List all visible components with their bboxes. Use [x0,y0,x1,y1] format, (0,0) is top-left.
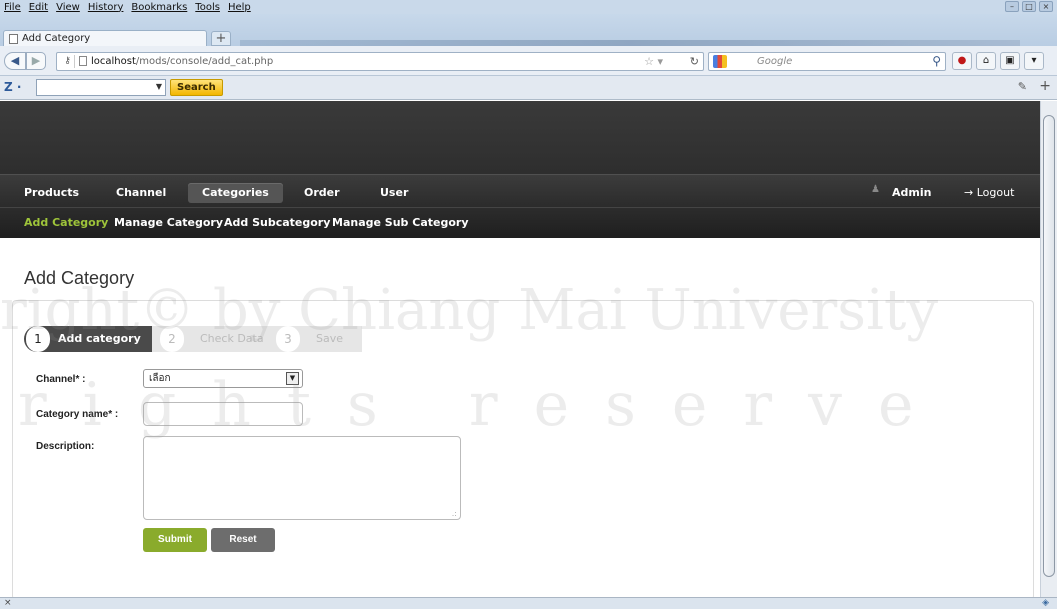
nav-categories[interactable]: Categories [188,183,283,203]
chevron-down-icon[interactable]: ▼ [286,372,299,385]
addon-icon[interactable]: ▣ [1000,52,1020,70]
page-title: Add Category [24,268,135,288]
step-label: Save [316,332,344,345]
status-bar: × ◈ [0,597,1057,609]
maximize-icon[interactable]: □ [1022,1,1036,12]
admin-label[interactable]: Admin [878,183,945,203]
subnav-add-subcategory[interactable]: Add Subcategory [224,215,330,231]
step-label: Check Data [200,332,264,345]
resize-grip-icon[interactable]: .: [452,509,457,518]
search-engine-label: Google [757,56,793,67]
addon-status-icon[interactable]: ◈ [1042,598,1049,609]
category-name-input[interactable] [143,402,303,426]
url-host: localhost [91,56,136,67]
url-path: /mods/console/add_cat.php [135,56,274,67]
close-icon[interactable]: × [1039,1,1053,12]
subnav-manage-category[interactable]: Manage Category [114,215,223,231]
forward-arrow-icon: ▶ [31,54,41,67]
description-label: Description: [36,441,95,452]
browser-menubar: File Edit View History Bookmarks Tools H… [0,0,1057,14]
step-number: 3 [276,326,300,352]
channel-select[interactable]: เลือก ▼ [143,369,303,388]
menu-file[interactable]: File [4,2,21,13]
nav-order[interactable]: Order [290,183,354,203]
wrench-icon[interactable]: ✎ [1018,80,1027,93]
wizard-step-3: 3 Save [272,326,362,352]
back-button[interactable]: ◀ [4,52,26,70]
minimize-icon[interactable]: – [1005,1,1019,12]
menu-edit[interactable]: Edit [29,2,48,13]
toolbar-search-input[interactable]: ▼ [36,79,166,96]
tab-strip: Add Category + [0,14,1057,46]
search-icon[interactable]: ⚲ [932,53,941,70]
menu-bookmarks[interactable]: Bookmarks [131,2,187,13]
channel-selected-value: เลือก [149,373,171,384]
step-label: Add category [58,332,141,345]
browser-search-box[interactable]: Google ⚲ [708,52,946,71]
chevron-down-icon[interactable]: ▼ [156,82,162,91]
nav-channel[interactable]: Channel [102,183,180,203]
vertical-scrollbar[interactable] [1040,101,1057,597]
star-icon[interactable]: ☆ ▾ [644,53,663,70]
home-icon[interactable]: ⌂ [976,52,996,70]
reset-button[interactable]: Reset [211,528,275,552]
submit-button[interactable]: Submit [143,528,207,552]
page-icon [79,56,87,66]
nav-products[interactable]: Products [10,183,93,203]
url-bar[interactable]: ⚷ localhost/mods/console/add_cat.php ☆ ▾… [56,52,704,71]
page-icon [9,34,18,44]
wizard-step-2: 2 Check Data [152,326,272,352]
reload-icon[interactable]: ↻ [690,53,699,70]
subnav-manage-sub-category[interactable]: Manage Sub Category [332,215,469,231]
channel-label: Channel* : [36,374,86,385]
zotero-logo-icon[interactable]: Z · [4,80,21,94]
nav-user[interactable]: User [366,183,422,203]
main-nav: Products Channel Categories Order User ♟… [0,174,1040,207]
back-arrow-icon: ◀ [10,54,20,67]
nav-right-icons: ● ⌂ ▣ ▾ [952,52,1044,70]
category-name-label: Category name* : [36,409,119,420]
forward-button[interactable]: ▶ [26,52,46,70]
logout-link[interactable]: → Logout [950,183,1028,203]
sub-nav: Add Category Manage Category Add Subcate… [0,207,1040,238]
wizard-step-1: 1 Add category [24,326,152,352]
stop-icon[interactable]: ● [952,52,972,70]
new-tab-button[interactable]: + [211,31,231,46]
menu-view[interactable]: View [56,2,80,13]
window-controls: – □ × [1005,1,1053,12]
menu-arrow-icon[interactable]: ▾ [1024,52,1044,70]
browser-tab[interactable]: Add Category [3,30,207,46]
key-icon[interactable]: ⚷ [61,55,75,68]
menu-history[interactable]: History [88,2,124,13]
description-textarea[interactable]: .: [143,436,461,520]
step-number: 2 [160,326,184,352]
navigation-bar: ◀ ▶ ⚷ localhost/mods/console/add_cat.php… [0,46,1057,76]
menu-help[interactable]: Help [228,2,251,13]
tab-title: Add Category [22,33,91,44]
search-toolbar: Z · ▼ Search ✎ + [0,76,1057,100]
scrollbar-thumb[interactable] [1043,115,1055,577]
toolbar-search-button[interactable]: Search [170,79,223,96]
add-icon[interactable]: + [1039,78,1051,94]
site-banner [0,101,1040,174]
google-icon[interactable] [713,55,727,68]
close-findbar-icon[interactable]: × [4,598,12,608]
menu-tools[interactable]: Tools [195,2,220,13]
step-number: 1 [26,326,50,352]
subnav-add-category[interactable]: Add Category [24,215,108,231]
